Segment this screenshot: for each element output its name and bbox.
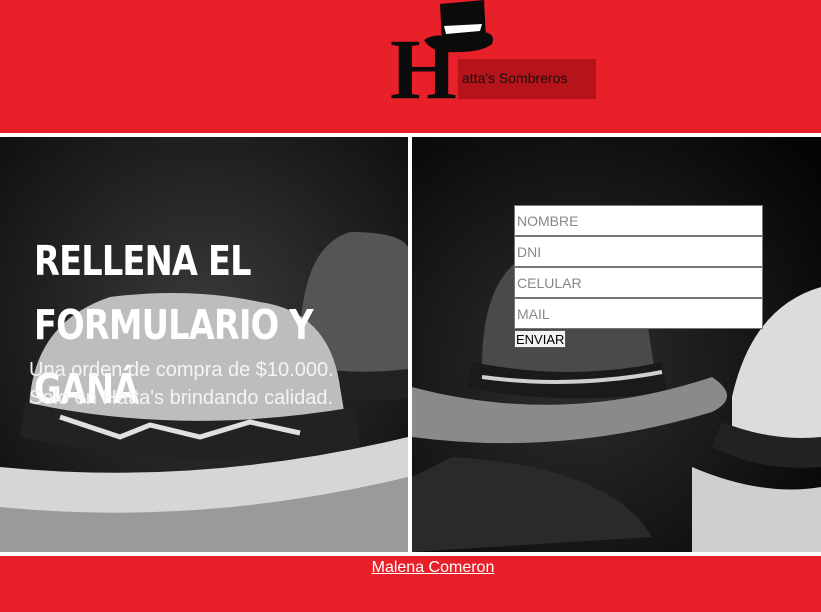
name-input[interactable] [514,205,763,236]
email-input[interactable] [514,298,763,329]
promo-text-quality: Solo en Hatta's brindando calidad. [29,387,334,409]
dni-input[interactable] [514,236,763,267]
phone-input[interactable] [514,267,763,298]
header: H atta's Sombreros [0,0,821,133]
signup-form: ENVIAR [514,205,763,348]
brand-logo[interactable]: H atta's Sombreros [386,0,598,120]
author-link[interactable]: Malena Comeron [0,559,821,577]
promo-panel: RELLENA EL FORMULARIO Y GANÁ Una orden d… [0,137,408,552]
logo-letter: H [390,21,457,117]
footer: Malena Comeron [0,556,821,612]
promo-text-offer: Una orden de compra de $10.000. [29,359,334,381]
submit-button[interactable]: ENVIAR [514,330,567,348]
form-panel: ENVIAR [412,137,821,552]
logo-text: atta's Sombreros [462,70,568,86]
